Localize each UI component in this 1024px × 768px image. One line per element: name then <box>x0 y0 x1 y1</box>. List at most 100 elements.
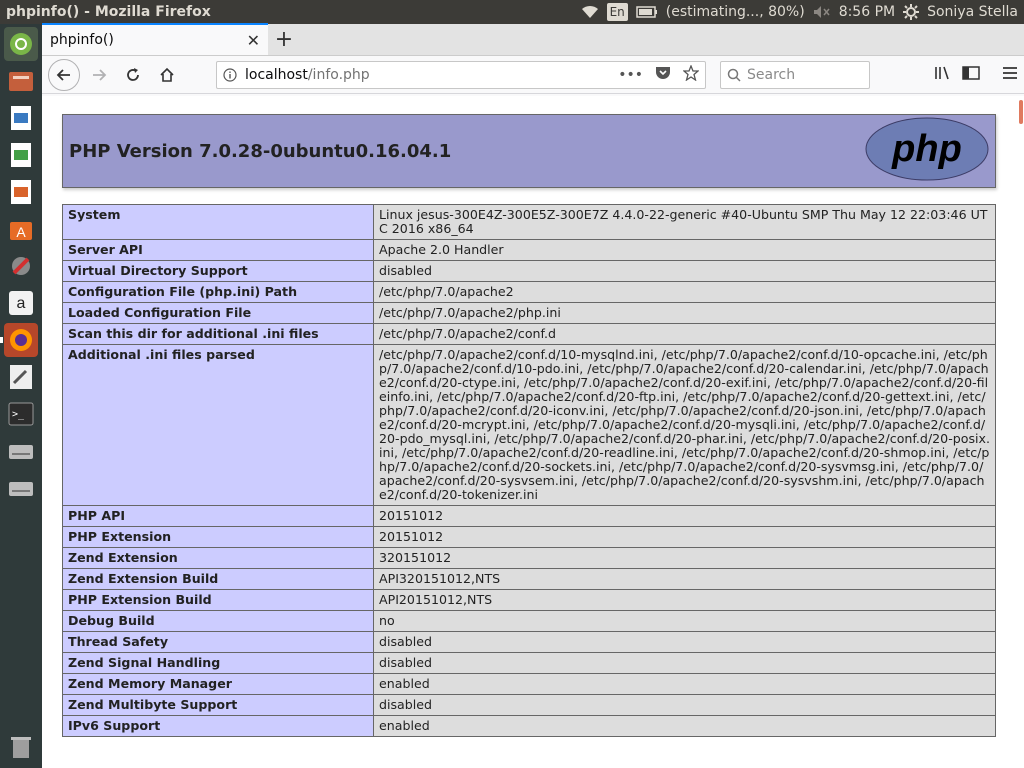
page-content[interactable]: PHP Version 7.0.28-0ubuntu0.16.04.1 php … <box>42 96 1024 768</box>
row-key: Zend Extension <box>62 547 374 569</box>
url-path: /info.php <box>307 66 370 83</box>
row-key: Zend Extension Build <box>62 568 374 590</box>
user-name[interactable]: Soniya Stella <box>927 4 1018 20</box>
bookmark-star-icon[interactable] <box>682 63 700 85</box>
row-key: Zend Memory Manager <box>62 673 374 695</box>
table-row: Additional .ini files parsed/etc/php/7.0… <box>62 344 996 506</box>
row-value: /etc/php/7.0/apache2/conf.d/10-mysqlnd.i… <box>373 344 996 506</box>
table-row: Zend Memory Manager enabled <box>62 673 996 695</box>
row-value: /etc/php/7.0/apache2/php.ini <box>373 302 996 324</box>
scrollbar[interactable] <box>1018 96 1024 768</box>
home-icon <box>160 67 174 82</box>
reload-button[interactable] <box>118 60 148 90</box>
volume-muted-icon[interactable] <box>813 5 831 19</box>
arrow-right-icon <box>93 68 107 81</box>
row-key: Debug Build <box>62 610 374 632</box>
hamburger-menu-icon[interactable] <box>1002 65 1018 84</box>
row-value: no <box>373 610 996 632</box>
table-row: Configuration File (php.ini) Path/etc/ph… <box>62 281 996 303</box>
firefox-window: phpinfo() ✕ + localhost/info.php ••• Sea… <box>42 23 1024 768</box>
table-row: Server API Apache 2.0 Handler <box>62 239 996 261</box>
table-row: Debug Build no <box>62 610 996 632</box>
row-key: Additional .ini files parsed <box>62 344 374 506</box>
row-value: disabled <box>373 694 996 716</box>
row-key: System <box>62 204 374 240</box>
table-row: PHP Extension 20151012 <box>62 526 996 548</box>
table-row: System Linux jesus-300E4Z-300E5Z-300E7Z 4… <box>62 204 996 240</box>
battery-status: (estimating..., 80%) <box>665 4 805 20</box>
row-key: Thread Safety <box>62 631 374 653</box>
active-indicator <box>0 337 3 343</box>
row-value: /etc/php/7.0/apache2 <box>373 281 996 303</box>
drive-icon-2[interactable] <box>4 471 38 505</box>
wifi-icon[interactable] <box>581 5 599 19</box>
files-icon[interactable] <box>4 64 38 98</box>
php-logo-icon[interactable]: php <box>865 117 989 185</box>
page-actions-icon[interactable]: ••• <box>618 67 643 83</box>
row-key: Scan this dir for additional .ini files <box>62 323 374 345</box>
clock[interactable]: 8:56 PM <box>839 4 895 20</box>
settings-icon[interactable] <box>4 249 38 283</box>
row-key: Zend Signal Handling <box>62 652 374 674</box>
reload-icon <box>127 67 139 81</box>
scrollbar-thumb[interactable] <box>1019 100 1023 124</box>
table-row: Zend Extension Build API320151012,NTS <box>62 568 996 590</box>
tab-phpinfo[interactable]: phpinfo() ✕ <box>42 23 268 55</box>
php-version-header: PHP Version 7.0.28-0ubuntu0.16.04.1 php <box>62 114 996 188</box>
forward-button[interactable] <box>84 60 114 90</box>
settings-gear-icon[interactable] <box>903 4 920 20</box>
row-value: 20151012 <box>373 526 996 548</box>
pocket-icon[interactable] <box>655 66 671 84</box>
row-value: Linux jesus-300E4Z-300E5Z-300E7Z 4.4.0-2… <box>373 204 996 240</box>
table-row: Virtual Directory Support disabled <box>62 260 996 282</box>
svg-text:php: php <box>891 128 962 170</box>
battery-icon[interactable] <box>636 6 658 18</box>
info-icon[interactable] <box>223 67 237 82</box>
firefox-icon[interactable] <box>0 323 38 357</box>
row-key: PHP Extension Build <box>62 589 374 611</box>
ubuntu-icon[interactable] <box>4 27 38 61</box>
row-key: IPv6 Support <box>62 715 374 737</box>
row-value: enabled <box>373 715 996 737</box>
close-tab-icon[interactable]: ✕ <box>247 31 260 50</box>
url-bar[interactable]: localhost/info.php ••• <box>216 60 706 89</box>
arrow-left-icon <box>56 68 70 81</box>
search-bar[interactable]: Search <box>720 60 870 89</box>
svg-text:a: a <box>17 295 26 312</box>
table-row: PHP Extension Build API20151012,NTS <box>62 589 996 611</box>
impress-icon[interactable] <box>4 175 38 209</box>
row-value: disabled <box>373 631 996 653</box>
row-key: Configuration File (php.ini) Path <box>62 281 374 303</box>
tab-bar: phpinfo() ✕ + <box>42 23 1024 56</box>
row-key: Server API <box>62 239 374 261</box>
library-icon[interactable] <box>934 65 952 85</box>
drive-icon[interactable] <box>4 434 38 468</box>
calc-icon[interactable] <box>4 138 38 172</box>
table-row: Thread Safety disabled <box>62 631 996 653</box>
search-placeholder: Search <box>747 66 796 83</box>
terminal-icon[interactable]: >_ <box>4 397 38 431</box>
search-icon <box>727 68 741 82</box>
home-button[interactable] <box>152 60 182 90</box>
row-key: PHP Extension <box>62 526 374 548</box>
row-key: PHP API <box>62 505 374 527</box>
row-value: API20151012,NTS <box>373 589 996 611</box>
sidebar-toggle-icon[interactable] <box>962 65 980 85</box>
software-center-icon[interactable]: A <box>4 212 38 246</box>
row-value: 20151012 <box>373 505 996 527</box>
keyboard-language-indicator[interactable]: En <box>606 3 628 21</box>
window-title: phpinfo() - Mozilla Firefox <box>6 4 211 20</box>
back-button[interactable] <box>48 58 80 91</box>
new-tab-button[interactable]: + <box>268 23 300 55</box>
row-value: 320151012 <box>373 547 996 569</box>
launcher: A a >_ <box>0 24 42 768</box>
table-row: Scan this dir for additional .ini files /… <box>62 323 996 345</box>
amazon-icon[interactable]: a <box>4 286 38 320</box>
text-editor-icon[interactable] <box>4 360 38 394</box>
trash-icon[interactable] <box>4 730 38 764</box>
row-value: Apache 2.0 Handler <box>373 239 996 261</box>
row-value: API320151012,NTS <box>373 568 996 590</box>
row-key: Zend Multibyte Support <box>62 694 374 716</box>
svg-text:A: A <box>16 224 26 240</box>
writer-icon[interactable] <box>4 101 38 135</box>
